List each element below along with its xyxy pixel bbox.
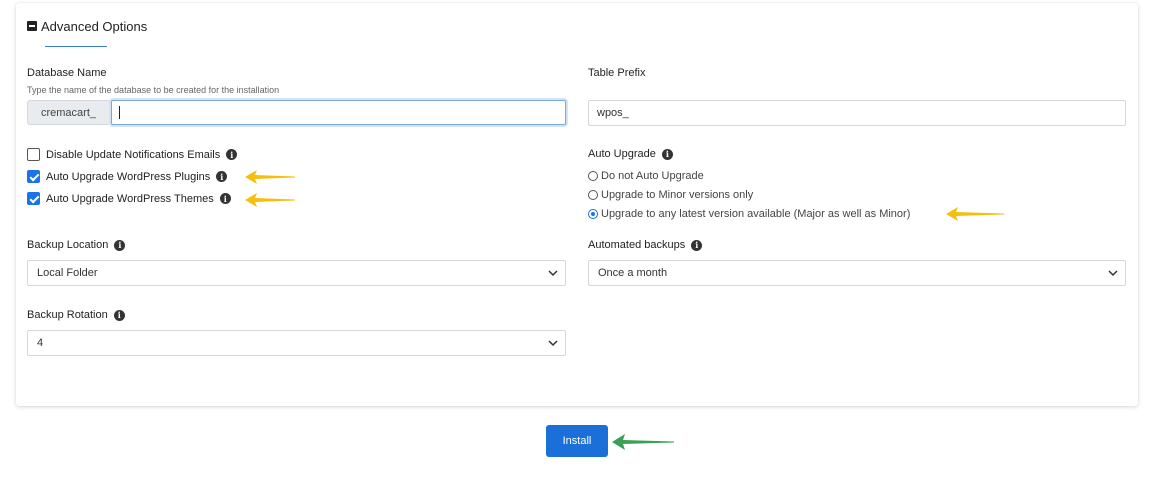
info-icon[interactable]: i: [216, 171, 228, 182]
backup-location-select[interactable]: Local Folder: [27, 260, 566, 286]
advanced-options-card: Advanced Options Database Name Type the …: [16, 3, 1138, 406]
checkbox-label: Auto Upgrade WordPress Themes: [46, 192, 214, 205]
section-underline: [45, 46, 107, 47]
radio-label: Upgrade to any latest version available …: [601, 208, 911, 220]
text-caret: [119, 106, 120, 119]
highlight-arrow-icon: [245, 193, 295, 207]
checkbox-unchecked[interactable]: [27, 148, 40, 161]
collapse-icon[interactable]: [27, 21, 37, 31]
table-prefix-input[interactable]: wpos_: [588, 100, 1126, 126]
backup-location-label-text: Backup Location: [27, 239, 109, 251]
checkbox-label: Auto Upgrade WordPress Plugins: [46, 170, 211, 183]
checkbox-checked[interactable]: [27, 170, 40, 183]
auto-upgrade-label-text: Auto Upgrade: [588, 148, 656, 160]
info-icon[interactable]: i: [661, 148, 673, 160]
chevron-down-icon: [548, 340, 558, 347]
radio-label: Do not Auto Upgrade: [601, 170, 704, 182]
install-button[interactable]: Install: [546, 425, 608, 457]
automated-backups-label-text: Automated backups: [588, 239, 686, 251]
select-value: Once a month: [598, 267, 668, 279]
automated-backups-label: Automated backups i: [588, 239, 703, 251]
checkbox-disable-update-notifications[interactable]: Disable Update Notifications Emails i: [27, 148, 238, 161]
advanced-options-toggle[interactable]: Advanced Options: [27, 17, 147, 35]
info-icon[interactable]: i: [113, 309, 125, 321]
checkbox-auto-upgrade-themes[interactable]: Auto Upgrade WordPress Themes i: [27, 192, 231, 205]
radio-selected[interactable]: [588, 209, 598, 219]
info-icon[interactable]: i: [226, 149, 238, 160]
auto-upgrade-label: Auto Upgrade i: [588, 148, 673, 160]
info-icon[interactable]: i: [691, 239, 703, 251]
backup-rotation-label-text: Backup Rotation: [27, 309, 108, 321]
install-arrow-icon: [612, 434, 674, 450]
info-icon[interactable]: i: [114, 239, 126, 251]
radio-label: Upgrade to Minor versions only: [601, 189, 754, 201]
automated-backups-select[interactable]: Once a month: [588, 260, 1126, 286]
chevron-down-icon: [1108, 270, 1118, 277]
radio-unselected[interactable]: [588, 190, 598, 200]
table-prefix-label: Table Prefix: [588, 67, 646, 79]
checkbox-checked[interactable]: [27, 192, 40, 205]
checkbox-label: Disable Update Notifications Emails: [46, 148, 221, 161]
highlight-arrow-icon: [946, 207, 1004, 221]
radio-upgrade-minor[interactable]: Upgrade to Minor versions only: [588, 189, 753, 201]
select-value: 4: [37, 337, 44, 349]
checkbox-auto-upgrade-plugins[interactable]: Auto Upgrade WordPress Plugins i: [27, 170, 228, 183]
chevron-down-icon: [548, 270, 558, 277]
backup-rotation-select[interactable]: 4: [27, 330, 566, 356]
radio-unselected[interactable]: [588, 171, 598, 181]
database-name-hint: Type the name of the database to be crea…: [27, 85, 280, 95]
highlight-arrow-icon: [245, 170, 295, 184]
radio-upgrade-latest[interactable]: Upgrade to any latest version available …: [588, 208, 910, 220]
database-name-input[interactable]: [111, 100, 566, 125]
radio-do-not-auto-upgrade[interactable]: Do not Auto Upgrade: [588, 170, 704, 182]
backup-rotation-label: Backup Rotation i: [27, 309, 125, 321]
backup-location-label: Backup Location i: [27, 239, 126, 251]
select-value: Local Folder: [37, 267, 98, 279]
database-name-label: Database Name: [27, 67, 107, 79]
section-title: Advanced Options: [41, 18, 148, 34]
database-prefix-addon: cremacart_: [27, 100, 109, 125]
info-icon[interactable]: i: [219, 193, 231, 204]
